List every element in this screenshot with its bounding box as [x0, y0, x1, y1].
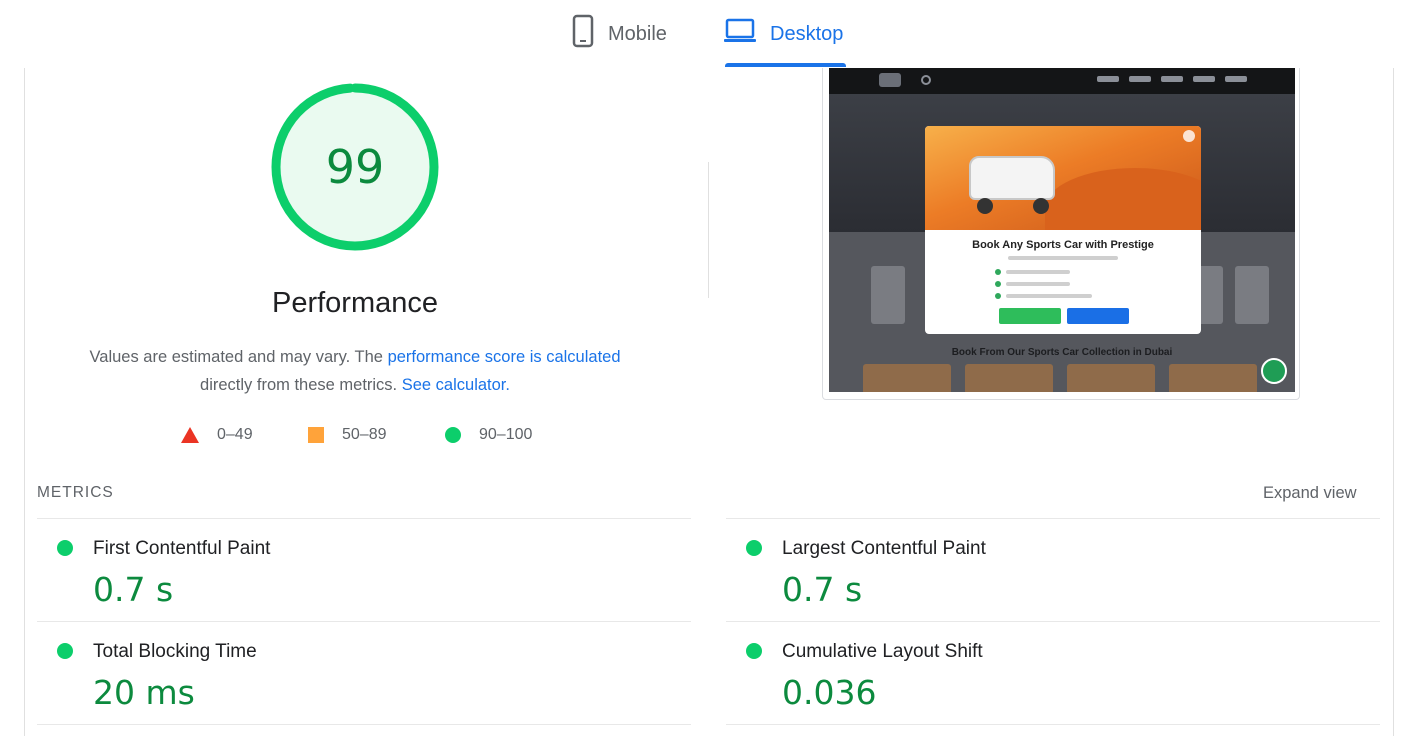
legend-pass-label: 90–100 [479, 426, 533, 443]
desc-prefix: Values are estimated and may vary. The [89, 348, 388, 366]
preview-popup-item [995, 293, 1092, 299]
car-icon [969, 156, 1055, 200]
preview-navbar [829, 68, 1295, 94]
legend-fail-label: 0–49 [217, 426, 253, 443]
preview-car-thumb [863, 364, 951, 392]
final-screenshot: Book From Our Sports Car Collection in D… [822, 68, 1300, 400]
performance-score: 99 [325, 140, 385, 194]
metrics-divider [37, 621, 691, 622]
preview-whatsapp-button [999, 308, 1061, 324]
preview-car-thumb [965, 364, 1053, 392]
preview-logo [879, 73, 901, 87]
preview-popup-item [995, 281, 1070, 287]
preview-call-button [1067, 308, 1129, 324]
preview-brand-card [871, 266, 905, 324]
metrics-divider [726, 621, 1380, 622]
circle-icon [445, 427, 461, 443]
expand-view-toggle[interactable]: Expand view [1263, 484, 1357, 503]
preview-car-thumb [1067, 364, 1155, 392]
metric-lcp-name: Largest Contentful Paint [782, 538, 986, 559]
screenshot-image: Book From Our Sports Car Collection in D… [829, 68, 1295, 392]
performance-score-link[interactable]: performance score is calculated [388, 348, 621, 366]
triangle-icon [181, 427, 199, 443]
square-icon [308, 427, 324, 443]
tab-desktop[interactable]: Desktop [724, 14, 843, 54]
metric-tbt-value: 20 ms [93, 673, 195, 712]
tab-desktop-label: Desktop [770, 22, 844, 45]
legend-average-label: 50–89 [342, 426, 387, 443]
preview-menu [1097, 76, 1247, 82]
preview-popup: Book Any Sports Car with Prestige [925, 126, 1201, 334]
metric-cls-name: Cumulative Layout Shift [782, 641, 983, 662]
device-tabs: Mobile Desktop [0, 0, 1408, 68]
metric-pass-icon [57, 643, 73, 659]
metrics-divider [726, 724, 1380, 725]
preview-brand-card [1235, 266, 1269, 324]
metric-fcp-name: First Contentful Paint [93, 538, 271, 559]
metrics-divider [37, 724, 691, 725]
preview-popup-image [925, 126, 1201, 230]
metric-fcp-value: 0.7 s [93, 570, 174, 609]
close-icon [1183, 130, 1195, 142]
metric-lcp-value: 0.7 s [782, 570, 863, 609]
legend-average: 50–89 [308, 426, 387, 444]
see-calculator-link[interactable]: See calculator. [402, 376, 510, 394]
performance-title: Performance [271, 287, 438, 319]
metrics-divider [37, 518, 691, 519]
metric-tbt-name: Total Blocking Time [93, 641, 257, 662]
score-legend: 0–49 50–89 90–100 [0, 426, 710, 452]
vertical-divider [708, 162, 709, 298]
performance-description: Values are estimated and may vary. The p… [0, 343, 710, 399]
whatsapp-icon [1261, 358, 1287, 384]
tab-mobile[interactable]: Mobile [572, 14, 667, 54]
preview-popup-subtitle [925, 255, 1201, 262]
active-tab-indicator [725, 63, 846, 67]
preview-car-thumb [1169, 364, 1257, 392]
tab-mobile-label: Mobile [608, 22, 667, 45]
preview-popup-item [995, 269, 1070, 275]
metric-cls-value: 0.036 [782, 673, 877, 712]
desc-middle: directly from these metrics. [200, 376, 402, 394]
legend-pass: 90–100 [445, 426, 532, 444]
preview-search-icon [921, 75, 931, 85]
legend-fail: 0–49 [181, 426, 253, 444]
metrics-header: METRICS [37, 484, 114, 501]
metrics-divider [726, 518, 1380, 519]
phone-icon [572, 14, 594, 54]
metric-pass-icon [746, 540, 762, 556]
laptop-icon [724, 18, 756, 50]
metric-pass-icon [57, 540, 73, 556]
metric-pass-icon [746, 643, 762, 659]
preview-popup-title: Book Any Sports Car with Prestige [972, 239, 1154, 251]
preview-collection-title: Book From Our Sports Car Collection in D… [951, 347, 1173, 358]
